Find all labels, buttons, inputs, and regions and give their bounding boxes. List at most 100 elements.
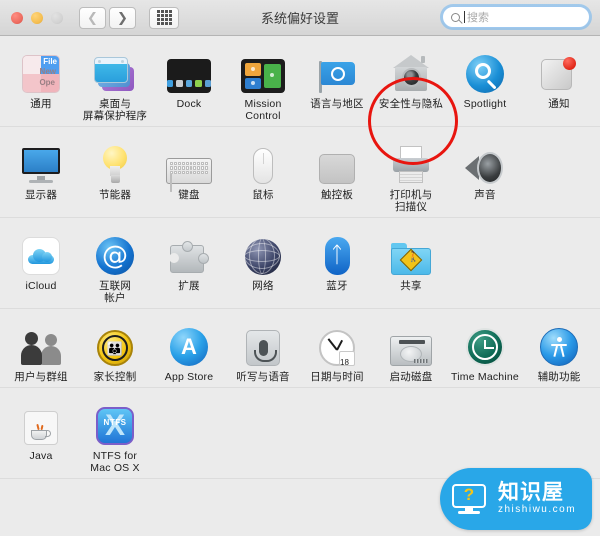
desktop-screensaver-icon	[94, 57, 136, 93]
pref-label: 通用	[30, 98, 52, 110]
pref-label: 启动磁盘	[389, 371, 433, 383]
time-machine-icon	[466, 328, 504, 366]
pref-label: 触控板	[320, 189, 354, 201]
pref-label: 日期与时间	[310, 371, 364, 383]
pref-dock[interactable]: Dock	[152, 45, 226, 122]
mouse-icon	[253, 148, 273, 184]
pref-desktop-screensaver[interactable]: 桌面与 屏幕保护程序	[78, 45, 152, 122]
window-toolbar: ❮ ❯ 系统偏好设置 搜索	[0, 0, 600, 36]
chevron-left-icon: ❮	[87, 10, 98, 25]
trackpad-icon	[319, 154, 355, 184]
pref-general[interactable]: File New Ope 通用	[4, 45, 78, 122]
pref-label: 节能器	[98, 189, 132, 201]
pref-network[interactable]: 网络	[226, 227, 300, 304]
extensions-icon	[169, 241, 209, 275]
pref-label: Java	[29, 450, 53, 462]
pref-internet-accounts[interactable]: @ 互联网 帐户	[78, 227, 152, 304]
zoom-button[interactable]	[51, 11, 63, 24]
java-icon	[24, 411, 58, 445]
pref-icloud[interactable]: iCloud	[4, 227, 78, 304]
preferences-row-hardware: 显示器 节能器 键盘 鼠标 触控板 打印机与 扫描仪 声音	[0, 127, 600, 218]
network-icon	[245, 239, 281, 275]
pref-label: NTFS for Mac OS X	[90, 450, 140, 474]
back-button[interactable]: ❮	[79, 6, 106, 29]
pref-trackpad[interactable]: 触控板	[300, 136, 374, 213]
pref-label: 桌面与 屏幕保护程序	[82, 98, 148, 122]
search-placeholder: 搜索	[467, 12, 489, 24]
keyboard-icon	[166, 158, 212, 193]
pref-dictation-speech[interactable]: 听写与语音	[226, 318, 300, 383]
pref-label: 显示器	[24, 189, 58, 201]
pref-ntfs-mac[interactable]: X NTFS NTFS for Mac OS X	[78, 397, 152, 474]
general-icon: File New Ope	[22, 55, 60, 93]
sharing-icon	[391, 243, 431, 275]
pref-users-groups[interactable]: 用户与群组	[4, 318, 78, 383]
traffic-lights	[11, 11, 63, 24]
chevron-right-icon: ❯	[117, 10, 128, 25]
pref-keyboard[interactable]: 键盘	[152, 136, 226, 213]
pref-label: 互联网 帐户	[98, 280, 132, 304]
search-field-wrap[interactable]: 搜索	[442, 6, 590, 28]
pref-java[interactable]: Java	[4, 397, 78, 474]
pref-printers-scanners[interactable]: 打印机与 扫描仪	[374, 136, 448, 213]
pref-label: 听写与语音	[236, 371, 290, 383]
minimize-button[interactable]	[31, 11, 43, 24]
displays-icon	[20, 148, 62, 184]
pref-spotlight[interactable]: Spotlight	[448, 45, 522, 122]
watermark-badge: ? 知识屋 zhishiwu.com	[440, 468, 592, 530]
pref-label: 共享	[400, 280, 422, 292]
forward-button[interactable]: ❯	[109, 6, 136, 29]
monitor-question-icon: ?	[440, 470, 498, 528]
pref-energy-saver[interactable]: 节能器	[78, 136, 152, 213]
pref-language-region[interactable]: 语言与地区	[300, 45, 374, 122]
pref-displays[interactable]: 显示器	[4, 136, 78, 213]
pref-security-privacy[interactable]: 安全性与隐私	[374, 45, 448, 122]
energy-saver-icon	[101, 146, 129, 184]
date-time-icon: 18	[319, 330, 355, 366]
pref-label: 声音	[474, 189, 496, 201]
pref-startup-disk[interactable]: 启动磁盘	[374, 318, 448, 383]
pref-label: Time Machine	[451, 371, 519, 383]
close-button[interactable]	[11, 11, 23, 24]
pref-notifications[interactable]: 通知	[522, 45, 596, 122]
pref-sound[interactable]: 声音	[448, 136, 522, 213]
pref-sharing[interactable]: 共享	[374, 227, 448, 304]
search-input[interactable]: 搜索	[442, 6, 590, 28]
language-region-icon	[317, 61, 357, 93]
pref-label: 通知	[548, 98, 570, 110]
ntfs-mac-icon: X NTFS	[96, 407, 134, 445]
preferences-row-other: Java X NTFS NTFS for Mac OS X	[0, 388, 600, 479]
pref-mouse[interactable]: 鼠标	[226, 136, 300, 213]
navigation-buttons: ❮ ❯	[79, 6, 136, 29]
spotlight-icon	[466, 55, 504, 93]
pref-label: 家长控制	[93, 371, 137, 383]
pref-label: 鼠标	[252, 189, 274, 201]
pref-label: 安全性与隐私	[378, 98, 444, 110]
pref-time-machine[interactable]: Time Machine	[448, 318, 522, 383]
pref-bluetooth[interactable]: ᛏ 蓝牙	[300, 227, 374, 304]
system-preferences-window: ❮ ❯ 系统偏好设置 搜索 File New Ope 通用 桌面与 屏幕保护程序…	[0, 0, 600, 536]
pref-mission-control[interactable]: Mission Control	[226, 45, 300, 122]
pref-date-time[interactable]: 18 日期与时间	[300, 318, 374, 383]
dock-icon	[166, 59, 212, 93]
pref-parental-controls[interactable]: 👪 家长控制	[78, 318, 152, 383]
watermark-cn-text: 知识屋	[498, 481, 564, 504]
pref-label: 辅助功能	[537, 371, 581, 383]
preferences-row-system: 用户与群组 👪 家长控制 A App Store 听写与语音 18 日期与时间 …	[0, 309, 600, 388]
preferences-grid: File New Ope 通用 桌面与 屏幕保护程序 Dock Mission …	[0, 36, 600, 536]
internet-accounts-icon: @	[96, 237, 134, 275]
startup-disk-icon	[390, 336, 432, 366]
icloud-icon	[22, 237, 60, 275]
dictation-speech-icon	[246, 330, 280, 366]
show-all-button[interactable]	[149, 6, 179, 29]
pref-label: 语言与地区	[310, 98, 364, 110]
text-caret	[464, 11, 465, 23]
bluetooth-icon: ᛏ	[324, 237, 350, 275]
pref-accessibility[interactable]: 辅助功能	[522, 318, 596, 383]
pref-label: 打印机与 扫描仪	[389, 189, 433, 213]
accessibility-icon	[540, 328, 578, 366]
pref-app-store[interactable]: A App Store	[152, 318, 226, 383]
pref-extensions[interactable]: 扩展	[152, 227, 226, 304]
pref-label: App Store	[164, 371, 214, 383]
pref-label: Dock	[176, 98, 202, 110]
